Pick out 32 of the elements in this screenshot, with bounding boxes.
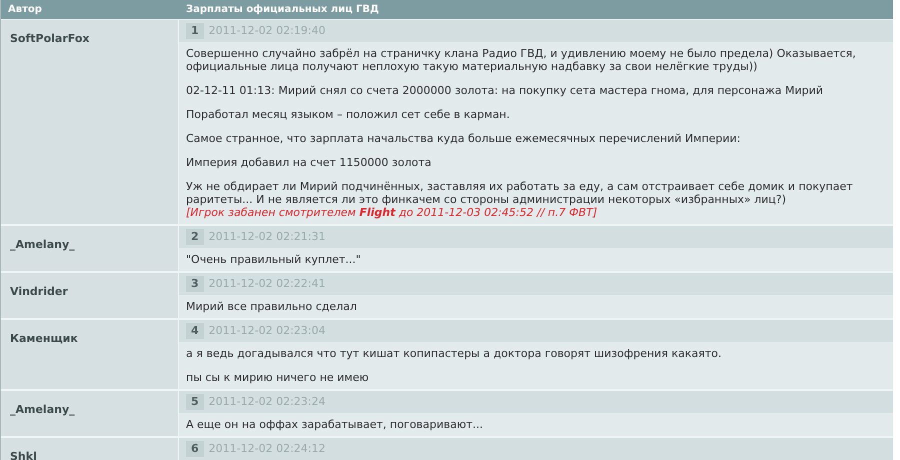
post-text: Мирий все правильно сделал bbox=[186, 300, 358, 313]
post-date: 2011-12-02 02:23:04 bbox=[208, 322, 326, 339]
column-header: Зарплаты официальных лиц ГВД bbox=[185, 3, 380, 17]
post-date: 2011-12-02 02:19:40 bbox=[208, 22, 326, 39]
post-number[interactable]: 3 bbox=[186, 276, 204, 292]
post-date: 2011-12-02 02:22:41 bbox=[208, 276, 326, 292]
author-name[interactable]: _Amelany_ bbox=[10, 238, 75, 251]
ban-notice: [Игрок забанен смотрителем Flight до 2011-12-03 02:45:52 // п.7 ФВТ] bbox=[186, 206, 598, 219]
post-text: Поработал месяц языком – положил сет себе в карман. bbox=[186, 108, 511, 121]
post-text: Империя добавил на счет 1150000 золота bbox=[186, 156, 432, 169]
post-text: 02-12-11 01:13: Мирий снял со счета 2000000 золота: на покупку сета мастера гнома, для персонажа Мирий bbox=[186, 84, 824, 97]
post-date: 2011-12-02 02:23:24 bbox=[208, 394, 326, 410]
post-text: а я ведь догадывался что тут кишат копипастеры а доктора говорят шизофрения какаято. bbox=[186, 347, 722, 360]
post-text: пы сы к мирию ничего не имею bbox=[186, 371, 370, 384]
post-text: Совершенно случайно забрёл на страничку клана Радио ГВД, и удивлению моему не было предела) Оказывается, официальные лица получают неплохую такую материальную надбавку за свои нелёгкие труды)) bbox=[186, 47, 857, 73]
post-date: 2011-12-02 02:21:31 bbox=[208, 228, 326, 245]
post-text: А еще он на оффах зарабатывает, поговаривают... bbox=[186, 418, 484, 431]
post-date: 2011-12-02 02:24:12 bbox=[208, 440, 326, 457]
post-text: Уж не обдирает ли Мирий подчинённых, заставляя их работать за еду, а сам отстраивает себе домик и покупает раритеты... И не является ли это финкачем со стороны администрации некоторых «избранных» лиц?) bbox=[186, 180, 854, 206]
post-number[interactable]: 6 bbox=[186, 441, 204, 457]
post-text: Самое странное, что зарплата начальства куда больше ежемесячных перечислений Империи: bbox=[186, 132, 742, 145]
post-number[interactable]: 5 bbox=[186, 394, 204, 410]
author-name[interactable]: _Amelany_ bbox=[10, 403, 75, 416]
column-header: Автор bbox=[7, 3, 43, 17]
post-number[interactable]: 4 bbox=[186, 323, 204, 339]
post-number[interactable]: 1 bbox=[186, 23, 204, 39]
author-name[interactable]: Shkl bbox=[10, 450, 37, 460]
author-name[interactable]: Каменщик bbox=[10, 332, 78, 345]
post-text: "Очень правильный куплет..." bbox=[186, 253, 362, 266]
post-number[interactable]: 2 bbox=[186, 229, 204, 245]
author-name[interactable]: SoftPolarFox bbox=[10, 32, 90, 45]
author-name[interactable]: Vindrider bbox=[10, 285, 68, 298]
